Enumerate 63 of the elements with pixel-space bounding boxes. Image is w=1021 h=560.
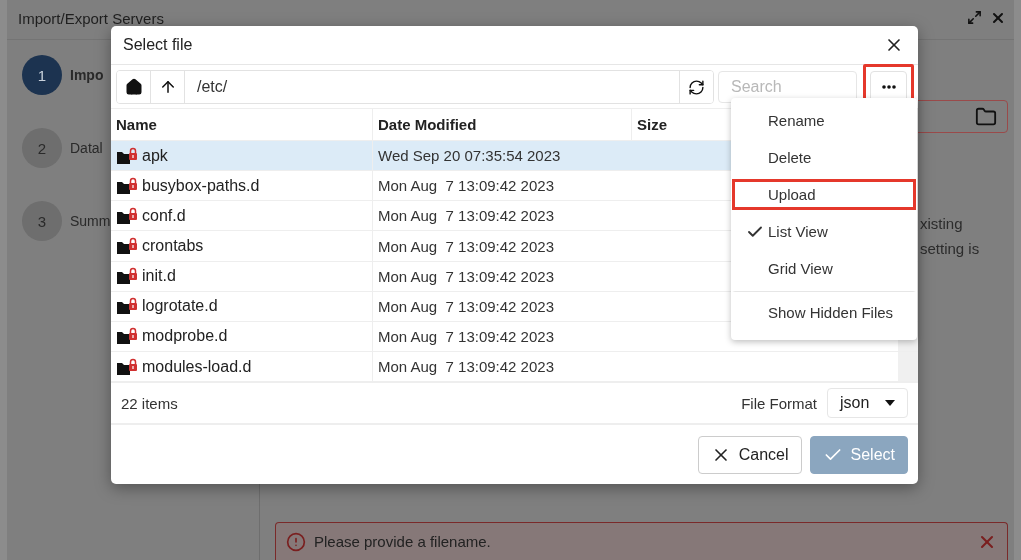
dialog-title: Select file — [123, 36, 193, 54]
expand-icon[interactable] — [967, 10, 982, 25]
date-cell-text: Mon Aug 7 13:09:42 2023 — [377, 236, 555, 257]
home-button[interactable] — [117, 71, 151, 103]
help-text: setting is — [920, 240, 981, 257]
date-cell-text: Mon Aug 7 13:09:42 2023 — [377, 357, 555, 377]
path-text: /etc/ — [196, 78, 229, 96]
file-name: crontabs — [142, 237, 204, 255]
close-icon[interactable] — [990, 10, 1006, 26]
file-name: logrotate.d — [142, 297, 218, 316]
menu-item[interactable]: Show Hidden Files — [732, 291, 916, 331]
file-name: modules-load.d — [142, 357, 252, 376]
home-icon — [124, 78, 143, 96]
refresh-button[interactable] — [679, 71, 713, 103]
menu-item[interactable]: Upload — [732, 179, 916, 210]
locked-folder-icon — [116, 327, 138, 346]
file-format-select[interactable]: json — [827, 388, 908, 418]
file-name: conf.d — [142, 206, 186, 225]
path-field[interactable]: /etc/ — [116, 70, 714, 104]
step-number: 2 — [22, 128, 62, 168]
step-number: 1 — [22, 55, 62, 95]
step-label: Impo — [70, 67, 104, 83]
help-text: xisting — [920, 215, 964, 232]
file-format-label: File Format — [741, 394, 817, 412]
column-header[interactable]: Date Modified — [373, 109, 632, 141]
folder-icon[interactable] — [975, 105, 997, 128]
locked-folder-icon — [116, 146, 138, 165]
file-name: busybox-paths.d — [142, 176, 260, 195]
cancel-button[interactable]: Cancel — [697, 435, 802, 474]
locked-folder-icon — [116, 176, 138, 195]
alert-icon — [286, 531, 306, 552]
file-row[interactable]: modules-load.d Mon Aug 7 13:09:42 2023 — [111, 351, 918, 383]
step-number: 3 — [22, 201, 62, 241]
file-name: apk — [142, 146, 168, 165]
date-cell-text: Mon Aug 7 13:09:42 2023 — [377, 206, 555, 227]
menu-item-label: Rename — [768, 112, 825, 129]
refresh-icon — [688, 78, 705, 96]
locked-folder-icon — [116, 357, 138, 376]
file-name: modprobe.d — [142, 327, 228, 346]
date-cell-text: Mon Aug 7 13:09:42 2023 — [377, 266, 555, 287]
caret-icon — [885, 400, 895, 406]
file-name: init.d — [142, 267, 176, 286]
locked-folder-icon — [116, 237, 138, 255]
column-header[interactable]: Name — [111, 109, 373, 141]
menu-item[interactable]: Delete — [732, 142, 916, 173]
date-cell-text: Mon Aug 7 13:09:42 2023 — [377, 296, 555, 317]
menu-item-label: Upload — [768, 186, 816, 203]
item-count: 22 items — [121, 394, 178, 412]
menu-item[interactable]: Rename — [732, 105, 916, 136]
error-message: Please provide a filename. — [314, 533, 492, 550]
window-title: Import/Export Servers — [18, 10, 164, 27]
menu-item-label: Grid View — [768, 260, 833, 277]
menu-item-label: Show Hidden Files — [768, 303, 894, 321]
more-icon — [881, 85, 896, 89]
menu-item-label: Delete — [768, 149, 812, 166]
locked-folder-icon — [116, 267, 138, 286]
date-cell-text: Mon Aug 7 13:09:42 2023 — [377, 326, 555, 347]
date-cell-text: Mon Aug 7 13:09:42 2023 — [377, 176, 555, 197]
locked-folder-icon — [116, 297, 138, 316]
locked-folder-icon — [116, 206, 138, 225]
step-label: Summ — [70, 213, 111, 229]
step-label: Datal — [70, 140, 103, 156]
date-cell-text: Wed Sep 20 07:35:54 2023 — [377, 146, 562, 167]
